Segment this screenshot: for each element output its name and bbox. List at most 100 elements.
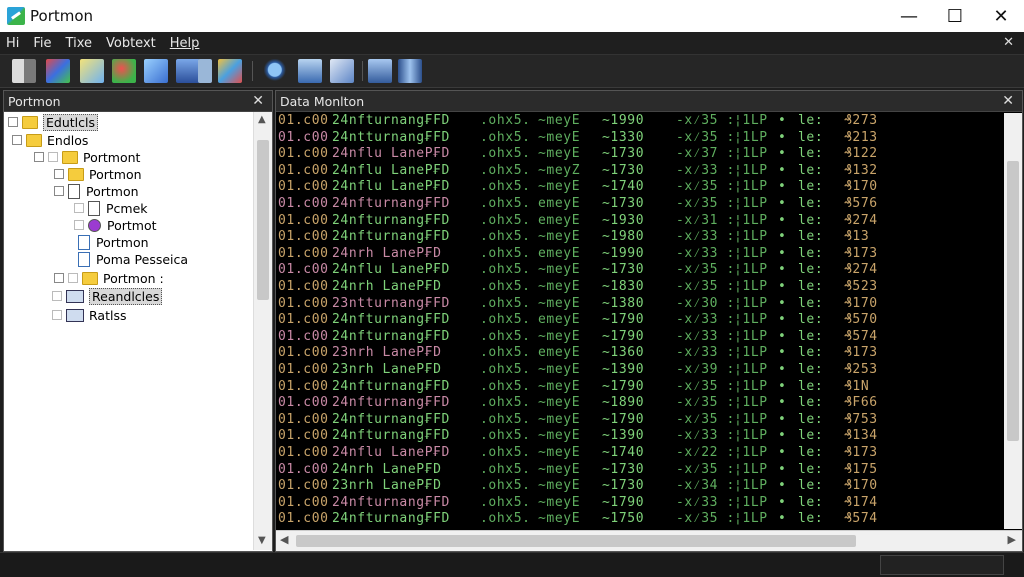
connect-icon[interactable] xyxy=(176,59,200,83)
expander-icon[interactable] xyxy=(54,186,64,196)
log-cell: ~meyE xyxy=(538,362,581,377)
log-cell: ¦1LP xyxy=(734,478,768,494)
expander-icon[interactable] xyxy=(12,135,22,145)
log-cell: 24nflu LaneP₣D xyxy=(332,262,450,278)
tree-item[interactable]: Pcmek xyxy=(74,200,148,216)
tree-item[interactable]: Poma Pesseica xyxy=(78,251,188,267)
log-cell: 23nrh LaneP₣D xyxy=(332,345,442,361)
document-icon xyxy=(88,200,100,216)
menu-close-icon[interactable]: ✕ xyxy=(1003,35,1014,50)
log-cell: • xyxy=(778,411,787,427)
log-cell: -x⁄35 : xyxy=(676,395,735,411)
log-cell: le: xyxy=(798,511,824,527)
log-cell: ~1790 xyxy=(602,328,645,344)
options-icon[interactable] xyxy=(198,59,212,83)
log-cell: ~meyE xyxy=(538,129,581,145)
log-cell: .ohx5. xyxy=(480,179,531,195)
menu-file[interactable]: Fie xyxy=(33,36,51,51)
tree-item-label: Ratlss xyxy=(89,307,127,323)
tree-pane-close-icon[interactable]: ✕ xyxy=(252,93,264,109)
log-cell: ~meyE xyxy=(538,146,581,162)
filter-icon[interactable] xyxy=(112,59,136,83)
open-icon[interactable] xyxy=(12,59,36,83)
highlight-icon[interactable] xyxy=(144,59,168,83)
log-cell: le: xyxy=(798,395,824,411)
tree-item[interactable]: Portmont xyxy=(34,149,140,165)
log-cell: ~1790 xyxy=(602,378,645,394)
capture-icon[interactable] xyxy=(46,59,70,83)
scroll-thumb[interactable] xyxy=(1007,161,1019,441)
log-cell: • xyxy=(778,378,787,394)
log-cell: .ohx5. xyxy=(480,295,531,311)
network-icon[interactable] xyxy=(298,59,322,83)
scroll-thumb[interactable] xyxy=(257,140,269,300)
log-cell: emeyE xyxy=(538,245,581,261)
tree-item[interactable]: Portmon xyxy=(78,234,149,250)
tree-item[interactable]: Portmon : xyxy=(54,270,164,286)
expander-icon[interactable] xyxy=(34,152,44,162)
scroll-down-icon[interactable]: ▼ xyxy=(258,535,266,546)
save-icon[interactable] xyxy=(218,59,242,83)
list-icon xyxy=(66,308,84,322)
expander-icon[interactable] xyxy=(54,273,64,283)
expander-icon[interactable] xyxy=(8,117,18,127)
log-cell: ~1380 xyxy=(602,295,645,311)
close-button[interactable]: ✕ xyxy=(978,0,1024,32)
log-horizontal-scrollbar[interactable]: ◀ ▶ xyxy=(276,530,1022,551)
properties-icon[interactable] xyxy=(398,59,422,83)
log-cell: 01.c00 xyxy=(278,229,329,245)
log-cell: 01.c00 xyxy=(278,494,329,510)
tree-item[interactable]: Edutlcls xyxy=(8,113,98,131)
toolbar xyxy=(0,55,1024,88)
tree-item[interactable]: Portmon xyxy=(54,166,142,182)
scroll-right-icon[interactable]: ▶ xyxy=(1008,533,1016,546)
tree-line-icon xyxy=(68,273,78,283)
log-cell: .ohx5. xyxy=(480,345,531,361)
log-icon[interactable] xyxy=(368,59,392,83)
data-monitor-close-icon[interactable]: ✕ xyxy=(1002,93,1014,109)
maximize-button[interactable]: ☐ xyxy=(932,0,978,32)
menu-hi[interactable]: Hi xyxy=(6,36,19,51)
folder-icon xyxy=(22,115,38,129)
log-cell: ¦1LP xyxy=(734,162,768,178)
window-title: Portmon xyxy=(30,7,94,25)
tree-vertical-scrollbar[interactable]: ▲ ▼ xyxy=(253,112,272,550)
tree-item[interactable]: Portmon xyxy=(54,183,139,199)
log-cell: -x⁄35 : xyxy=(676,196,735,211)
log-cell: 01.c00 xyxy=(278,511,329,527)
find-icon[interactable] xyxy=(264,59,288,83)
log-cell: ~1730 xyxy=(602,262,645,278)
tree-item[interactable]: Reandlcles xyxy=(52,287,163,305)
log-cell: -x⁄33 : xyxy=(676,245,735,261)
expander-icon[interactable] xyxy=(54,169,64,179)
menu-tixe[interactable]: Tixe xyxy=(66,36,92,51)
log-cell: 24nflu LaneP₣D xyxy=(332,162,450,178)
scroll-left-icon[interactable]: ◀ xyxy=(280,533,288,546)
tree-item[interactable]: Endlos xyxy=(12,132,88,148)
mail-icon[interactable] xyxy=(330,59,354,83)
log-cell: 01.c00 xyxy=(278,262,329,278)
tree-item[interactable]: Portmot xyxy=(74,217,157,233)
minimize-button[interactable]: — xyxy=(886,0,932,32)
log-cell: -x⁄35 : xyxy=(676,279,735,294)
log-cell: ~meyE xyxy=(538,511,581,527)
tree-line-icon xyxy=(48,152,58,162)
log-cell: • xyxy=(778,129,787,145)
scroll-thumb[interactable] xyxy=(296,535,856,547)
log-cell: • xyxy=(778,445,787,460)
log-cell: ¦1LP xyxy=(734,362,768,377)
log-cell: le: xyxy=(798,312,824,328)
log-vertical-scrollbar[interactable] xyxy=(1004,113,1022,529)
scroll-up-icon[interactable]: ▲ xyxy=(258,114,266,125)
log-cell: • xyxy=(778,428,787,444)
log-cell: ~1730 xyxy=(602,196,645,211)
menu-vobtext[interactable]: Vobtext xyxy=(106,36,156,51)
menu-help[interactable]: Help xyxy=(170,36,200,51)
eraser-icon[interactable] xyxy=(80,59,104,83)
log-cell: le: xyxy=(798,328,824,344)
log-cell: le: xyxy=(798,146,824,162)
tree-item[interactable]: Ratlss xyxy=(52,307,126,323)
log-cell: 01.c00 xyxy=(278,196,329,211)
menu-bar: Hi Fie Tixe Vobtext Help ✕ xyxy=(0,32,1024,55)
log-cell: le: xyxy=(798,461,824,477)
